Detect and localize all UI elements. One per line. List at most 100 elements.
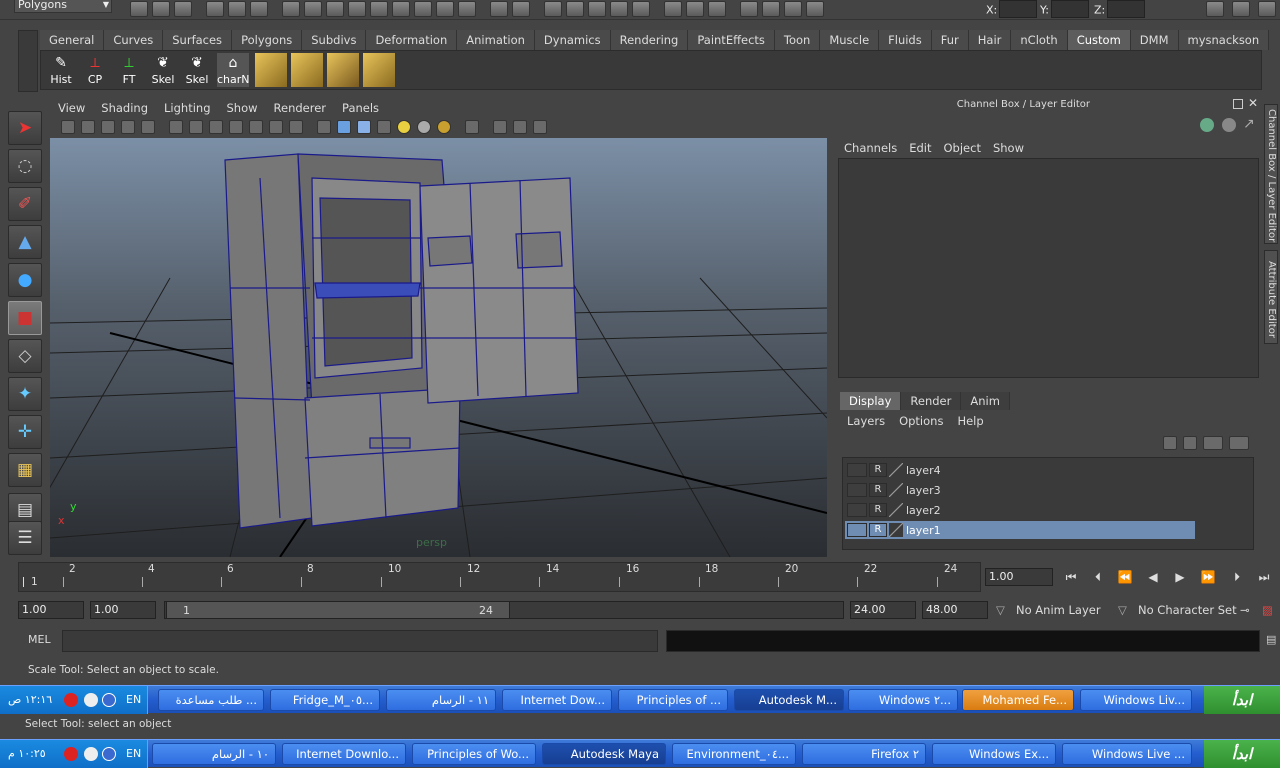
isolate-select-icon[interactable] bbox=[465, 120, 479, 134]
shelf-menu-handle[interactable] bbox=[18, 30, 38, 92]
new-scene-icon[interactable] bbox=[130, 1, 148, 17]
chevron-down-icon[interactable]: ▽ bbox=[1118, 601, 1127, 619]
construction-history-icon[interactable] bbox=[664, 1, 682, 17]
shelf-tab-polygons[interactable]: Polygons bbox=[232, 30, 303, 50]
camera-icon[interactable] bbox=[61, 120, 75, 134]
tab-render[interactable]: Render bbox=[901, 392, 962, 410]
script-editor-icon[interactable]: ▤ bbox=[1266, 633, 1276, 646]
tray-arrow-icon[interactable] bbox=[102, 693, 116, 707]
menu-options[interactable]: Options bbox=[899, 414, 943, 428]
safe-title-icon[interactable] bbox=[289, 120, 303, 134]
highlight-selection-icon[interactable] bbox=[512, 1, 530, 17]
menu-view[interactable]: View bbox=[58, 101, 85, 115]
save-scene-icon[interactable] bbox=[174, 1, 192, 17]
network-icon[interactable] bbox=[84, 693, 98, 707]
layer-color-swatch[interactable] bbox=[889, 463, 903, 477]
textured-icon[interactable] bbox=[377, 120, 391, 134]
uv-select-icon[interactable] bbox=[327, 53, 359, 87]
snap-point-icon[interactable] bbox=[588, 1, 606, 17]
select-misc-icon[interactable] bbox=[458, 1, 476, 17]
grease-pencil-icon[interactable] bbox=[141, 120, 155, 134]
share-icon[interactable] bbox=[533, 120, 547, 134]
layer-row[interactable]: R layer2 bbox=[845, 501, 1195, 519]
taskbar-button[interactable]: Mohamed Fe... bbox=[962, 689, 1074, 711]
shelf-button-ft[interactable]: ⟂ FT bbox=[113, 53, 145, 87]
taskbar-button[interactable]: Firefox ٢ bbox=[802, 743, 926, 765]
language-indicator[interactable]: EN bbox=[126, 740, 141, 768]
key-icon[interactable]: ⊸ bbox=[1240, 601, 1250, 619]
taskbar-button[interactable]: ١٠ - الرسام bbox=[152, 743, 276, 765]
select-surfaces-icon[interactable] bbox=[370, 1, 388, 17]
sidebar-toggle-icon[interactable] bbox=[1206, 1, 1224, 17]
taskbar-button[interactable]: Windows ٢... bbox=[848, 689, 958, 711]
wireframe-icon[interactable] bbox=[317, 120, 331, 134]
rotate-tool-icon[interactable]: ● bbox=[8, 263, 42, 297]
select-joints-icon[interactable] bbox=[326, 1, 344, 17]
taskbar-button[interactable]: ١١ - الرسام bbox=[386, 689, 496, 711]
menu-show[interactable]: Show bbox=[993, 141, 1024, 155]
tab-attribute-editor[interactable]: Attribute Editor bbox=[1264, 250, 1278, 344]
taskbar-button[interactable]: طلب مساعدة ... bbox=[158, 689, 264, 711]
layer-color-swatch[interactable] bbox=[889, 503, 903, 517]
taskbar-button[interactable]: Principles of Wo... bbox=[412, 743, 536, 765]
snap-plane-icon[interactable] bbox=[610, 1, 628, 17]
field-chart-icon[interactable] bbox=[249, 120, 263, 134]
taskbar-button[interactable]: Fridge_M_٠٥... bbox=[270, 689, 380, 711]
select-dynamics-icon[interactable] bbox=[414, 1, 432, 17]
shelf-tab-rendering[interactable]: Rendering bbox=[610, 30, 689, 50]
antivirus-icon[interactable] bbox=[64, 693, 78, 707]
select-tool-icon[interactable]: ➤ bbox=[8, 111, 42, 145]
layer-display-type[interactable]: R bbox=[869, 503, 887, 517]
menu-set-dropdown[interactable]: Polygons ▼ bbox=[14, 0, 112, 13]
film-icon[interactable] bbox=[189, 120, 203, 134]
lock-selection-icon[interactable] bbox=[490, 1, 508, 17]
chevron-down-icon[interactable]: ▽ bbox=[996, 601, 1005, 619]
shelf-tab-ncloth[interactable]: nCloth bbox=[1011, 30, 1068, 50]
layer-visibility-toggle[interactable] bbox=[847, 483, 867, 497]
start-button[interactable]: ابدأ bbox=[1204, 740, 1280, 768]
scale-tool-icon[interactable]: ■ bbox=[8, 301, 42, 335]
xray-joints-icon[interactable] bbox=[513, 120, 527, 134]
bookmark-icon[interactable] bbox=[81, 120, 95, 134]
x-field[interactable]: X: bbox=[986, 0, 1038, 18]
menu-object[interactable]: Object bbox=[944, 141, 981, 155]
shelf-tab-deformation[interactable]: Deformation bbox=[366, 30, 458, 50]
animation-start-field[interactable]: 1.00 bbox=[18, 601, 84, 619]
taskbar-button[interactable]: Internet Downlo... bbox=[282, 743, 406, 765]
gate-mask-icon[interactable] bbox=[229, 120, 243, 134]
shelf-tab-dmm[interactable]: DMM bbox=[1130, 30, 1179, 50]
menu-lighting[interactable]: Lighting bbox=[164, 101, 210, 115]
animation-end-field[interactable]: 48.00 bbox=[922, 601, 988, 619]
play-backwards-icon[interactable]: ◀ bbox=[1143, 570, 1163, 586]
select-deformations-icon[interactable] bbox=[392, 1, 410, 17]
z-input[interactable] bbox=[1107, 0, 1146, 18]
taskbar-button[interactable]: Windows Ex... bbox=[932, 743, 1056, 765]
step-back-key-icon[interactable]: ⏴ bbox=[1088, 570, 1108, 586]
shelf-button-hist[interactable]: ✎ Hist bbox=[45, 53, 77, 87]
input-output-icon[interactable] bbox=[686, 1, 704, 17]
go-to-start-icon[interactable]: ⏮ bbox=[1061, 570, 1081, 586]
new-layer-icon[interactable] bbox=[1203, 436, 1223, 450]
menu-renderer[interactable]: Renderer bbox=[274, 101, 327, 115]
taskbar-button[interactable]: Windows Liv... bbox=[1080, 689, 1192, 711]
perspective-viewport[interactable]: persp y x bbox=[50, 138, 827, 557]
range-slider-handle[interactable]: 1 24 bbox=[166, 601, 510, 619]
film-gate-icon[interactable] bbox=[121, 120, 135, 134]
float-panel-icon[interactable] bbox=[1233, 99, 1243, 109]
network-icon[interactable] bbox=[84, 747, 98, 761]
attribute-toggle-icon[interactable] bbox=[1232, 1, 1250, 17]
uv-grid-icon[interactable] bbox=[363, 53, 395, 87]
channel-speed-icon[interactable] bbox=[1222, 118, 1236, 132]
shelf-button-skel-2[interactable]: ❦ Skel bbox=[181, 53, 213, 87]
menu-channels[interactable]: Channels bbox=[844, 141, 897, 155]
preferences-icon[interactable]: ▨ bbox=[1262, 601, 1273, 619]
shelf-tab-muscle[interactable]: Muscle bbox=[820, 30, 880, 50]
shelf-button-charn[interactable]: ⌂ charN bbox=[217, 53, 250, 87]
play-forwards-icon[interactable]: ▶ bbox=[1170, 570, 1190, 586]
tab-anim[interactable]: Anim bbox=[961, 392, 1010, 410]
layer-display-type[interactable]: R bbox=[869, 523, 887, 537]
taskbar-button[interactable]: Principles of ... bbox=[618, 689, 728, 711]
antivirus-icon[interactable] bbox=[64, 747, 78, 761]
step-forward-key-icon[interactable]: ⏵ bbox=[1227, 570, 1247, 586]
shelf-tab-mysnackson[interactable]: mysnackson bbox=[1178, 30, 1270, 50]
